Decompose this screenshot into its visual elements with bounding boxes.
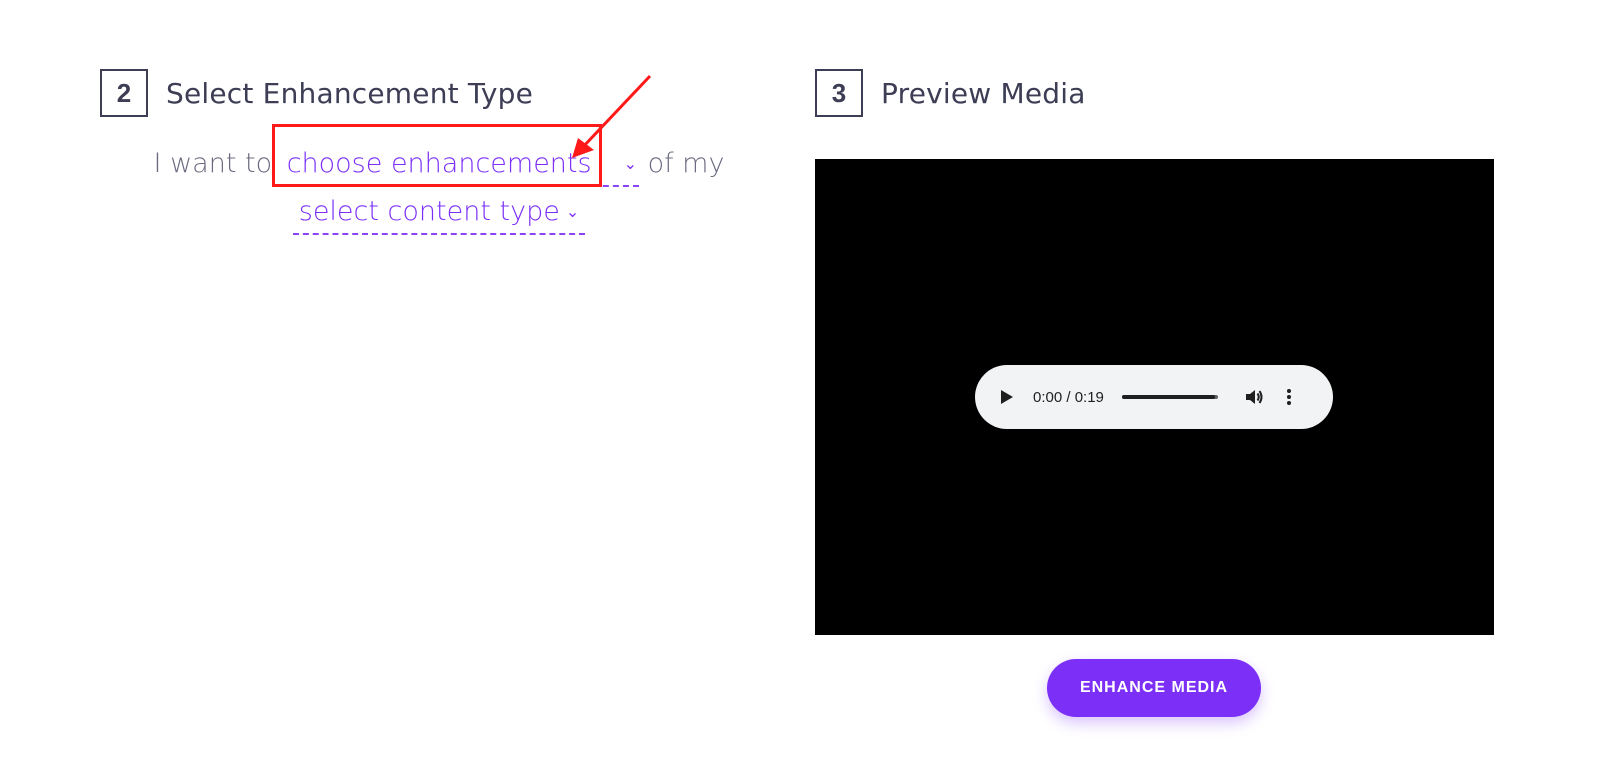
sentence-line-2: select content type ⌄ — [100, 188, 778, 236]
dropdown-value: select content type — [298, 196, 560, 227]
seek-bar[interactable] — [1121, 395, 1218, 399]
audio-player: 0:00 / 0:19 — [975, 365, 1333, 429]
playback-time: 0:00 / 0:19 — [1033, 388, 1104, 406]
enhance-media-button[interactable]: ENHANCE MEDIA — [1047, 659, 1261, 717]
play-icon[interactable] — [999, 389, 1015, 405]
chevron-down-icon: ⌄ — [623, 154, 637, 173]
step-number-badge: 2 — [100, 69, 148, 117]
step-3-header: 3 Preview Media — [815, 69, 1086, 117]
seek-bar-fill — [1121, 395, 1216, 399]
step-2-header: 2 Select Enhancement Type — [100, 69, 533, 117]
dropdown-value: choose enhancements — [286, 148, 592, 179]
enhancement-type-dropdown[interactable]: choose enhancements ⌄ — [280, 146, 639, 187]
step-number-badge: 3 — [815, 69, 863, 117]
section-title: Preview Media — [881, 76, 1086, 110]
content-type-dropdown[interactable]: select content type ⌄ — [292, 194, 586, 235]
enhancement-sentence: I want to choose enhancements ⌄ of my sel… — [100, 140, 778, 236]
more-vertical-icon[interactable] — [1286, 388, 1292, 406]
volume-icon[interactable] — [1244, 387, 1264, 407]
sentence-middle: of my — [647, 148, 725, 179]
section-title: Select Enhancement Type — [166, 76, 534, 110]
sentence-prefix: I want to — [153, 148, 273, 179]
chevron-down-icon: ⌄ — [565, 202, 580, 221]
media-preview-area: 0:00 / 0:19 — [815, 159, 1494, 635]
